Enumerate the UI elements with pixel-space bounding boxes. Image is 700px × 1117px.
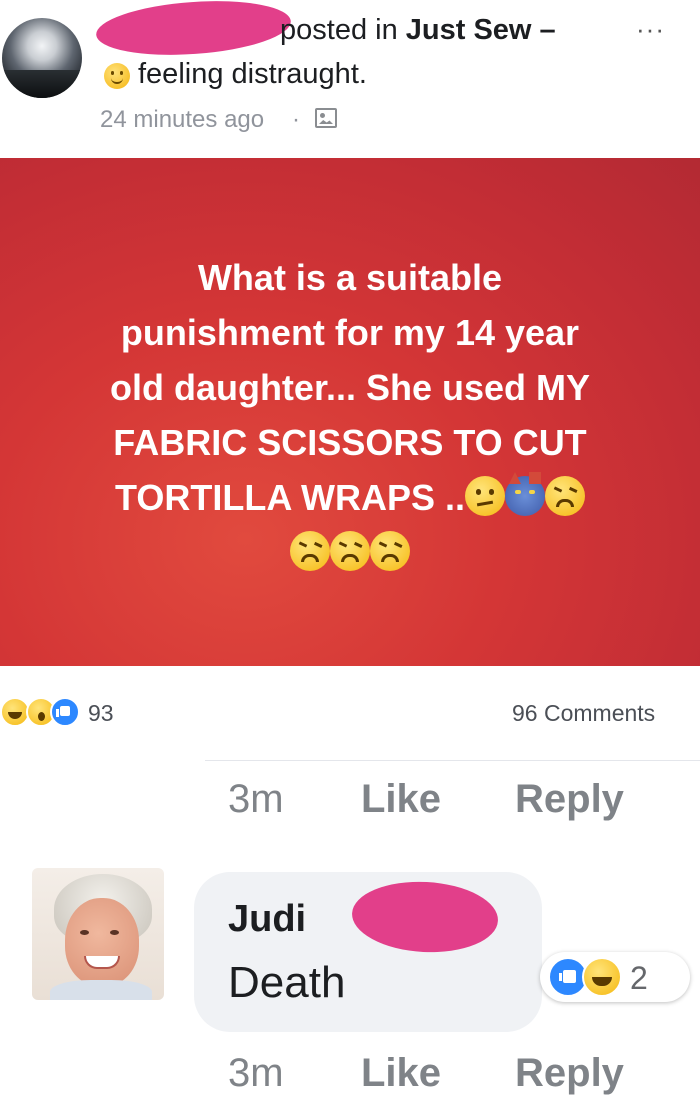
comment-time[interactable]: 3m xyxy=(228,1051,284,1096)
group-name-link[interactable]: Just Sew – xyxy=(406,14,556,46)
avatar-eyes xyxy=(80,930,89,935)
avatar-shirt xyxy=(50,980,152,1000)
like-reaction-icon[interactable] xyxy=(50,697,80,727)
angry-emoji-icon xyxy=(370,531,410,571)
post-header: posted in Just Sew – xyxy=(280,14,556,47)
more-options-icon[interactable]: ··· xyxy=(636,14,665,45)
emoji-line xyxy=(30,525,670,580)
poster-avatar[interactable] xyxy=(2,18,82,98)
divider xyxy=(205,760,700,761)
comment-text: Death xyxy=(228,958,346,1007)
post-text-line: TORTILLA WRAPS .. xyxy=(115,477,465,518)
comment-reaction-count: 2 xyxy=(630,960,648,996)
reply-button[interactable]: Reply xyxy=(515,777,624,822)
reply-button[interactable]: Reply xyxy=(515,1051,624,1096)
angry-emoji-icon xyxy=(290,531,330,571)
action-text: posted in xyxy=(280,14,398,46)
post-card: What is a suitable punishment for my 14 … xyxy=(0,158,700,666)
comment-time[interactable]: 3m xyxy=(228,777,284,822)
post-text-line: FABRIC SCISSORS TO CUT xyxy=(113,422,587,463)
like-button[interactable]: Like xyxy=(361,777,441,822)
post-text-line: What is a suitable xyxy=(197,257,503,298)
feeling-text: feeling distraught. xyxy=(138,58,367,90)
reaction-count[interactable]: 93 xyxy=(88,700,114,727)
feeling-emoji-icon xyxy=(104,63,130,89)
commenter-name-link[interactable]: Judi xyxy=(228,898,306,941)
post-text-line: punishment for my 14 year xyxy=(120,312,580,353)
separator-dot: · xyxy=(292,106,300,133)
like-button[interactable]: Like xyxy=(361,1051,441,1096)
post-text: What is a suitable punishment for my 14 … xyxy=(30,250,670,580)
post-text-line: old daughter... She used MY xyxy=(109,367,591,408)
avatar-face xyxy=(65,898,139,986)
angry-emoji-icon xyxy=(330,531,370,571)
haha-reaction-icon xyxy=(582,957,622,997)
commenter-avatar[interactable] xyxy=(32,868,164,1000)
post-timestamp[interactable]: 24 minutes ago xyxy=(100,106,264,134)
redacted-poster-name xyxy=(94,0,293,61)
group-privacy-icon xyxy=(315,108,337,128)
devil-emoji-icon xyxy=(504,472,545,516)
comments-count-link[interactable]: 96 Comments xyxy=(512,700,655,727)
angry-emoji-icon xyxy=(544,476,585,516)
confused-emoji-icon xyxy=(464,476,505,516)
post-text-line-with-emojis: TORTILLA WRAPS .. xyxy=(30,470,670,525)
